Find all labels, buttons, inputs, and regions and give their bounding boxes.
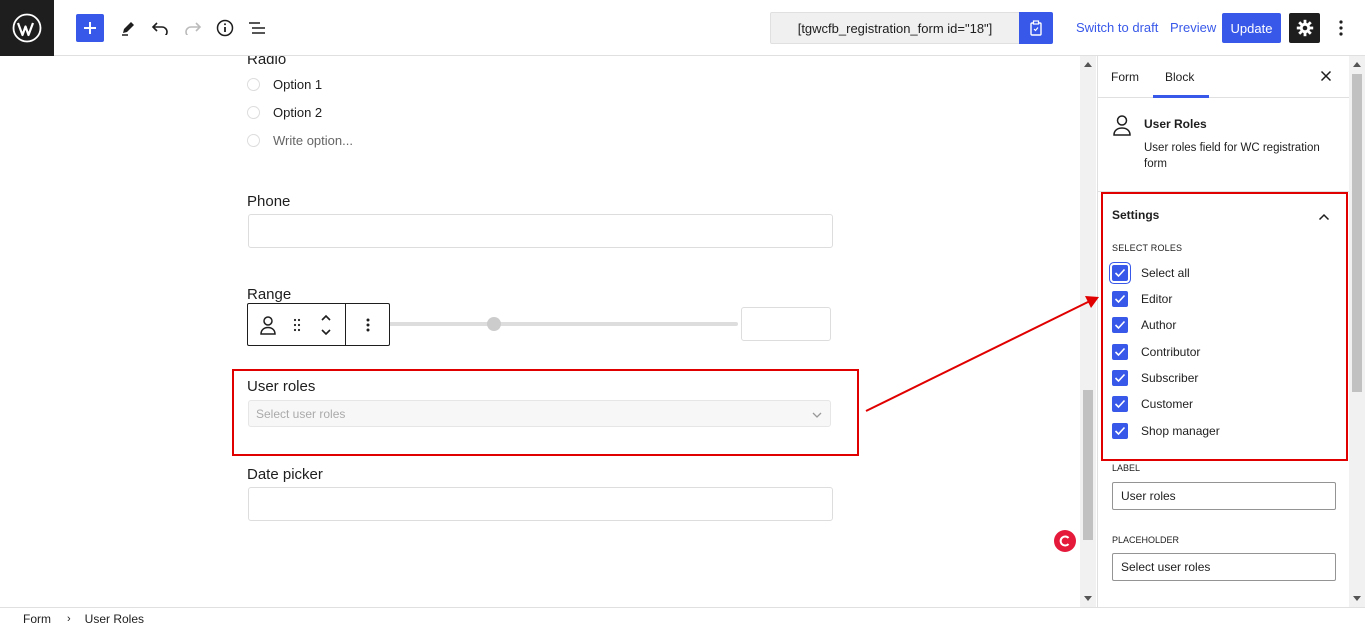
phone-input[interactable] [248, 214, 833, 248]
tab-form[interactable]: Form [1111, 70, 1139, 84]
radio-circle-icon [247, 134, 260, 147]
tab-block[interactable]: Block [1165, 70, 1194, 84]
wordpress-logo-icon[interactable] [0, 0, 54, 56]
add-block-button[interactable] [76, 14, 104, 42]
sidebar-scrollbar[interactable] [1349, 56, 1365, 607]
range-slider-thumb[interactable] [487, 317, 501, 331]
scrollbar-thumb[interactable] [1083, 390, 1093, 540]
redo-icon[interactable] [179, 14, 207, 42]
move-up-down-icon[interactable] [306, 304, 346, 345]
placeholder-field-label: PLACEHOLDER [1112, 535, 1180, 545]
scroll-down-arrow-icon[interactable] [1353, 596, 1361, 601]
notification-badge-icon[interactable] [1054, 530, 1076, 552]
radio-option-new[interactable]: Write option... [247, 133, 353, 148]
radio-option-placeholder: Write option... [273, 133, 353, 148]
sidebar-tabs: Form Block [1098, 56, 1349, 98]
date-picker-field-label[interactable]: Date picker [247, 466, 323, 483]
canvas-scrollbar[interactable] [1080, 56, 1096, 607]
breadcrumb: Form › User Roles [0, 607, 1365, 629]
active-tab-indicator [1153, 95, 1209, 98]
radio-option-label: Option 2 [273, 105, 323, 120]
top-toolbar: [tgwcfb_registration_form id="18"] Switc… [0, 0, 1365, 56]
scroll-down-arrow-icon[interactable] [1084, 596, 1092, 601]
settings-gear-icon[interactable] [1289, 13, 1320, 43]
block-card-title: User Roles [1144, 117, 1207, 131]
chevron-right-icon: › [67, 612, 71, 625]
drag-handle-icon[interactable] [288, 304, 306, 345]
range-number-input[interactable] [741, 307, 831, 341]
list-view-icon[interactable] [243, 14, 271, 42]
date-picker-input[interactable] [248, 487, 833, 521]
block-type-person-icon[interactable] [248, 304, 288, 345]
switch-to-draft-link[interactable]: Switch to draft [1076, 20, 1158, 35]
radio-option[interactable]: Option 1 [247, 77, 322, 92]
more-options-icon[interactable] [1330, 14, 1352, 42]
shortcode-display[interactable]: [tgwcfb_registration_form id="18"] [770, 12, 1020, 44]
scroll-up-arrow-icon[interactable] [1084, 62, 1092, 67]
breadcrumb-item-user-roles[interactable]: User Roles [85, 612, 144, 626]
preview-link[interactable]: Preview [1170, 20, 1216, 35]
range-slider-track[interactable] [388, 322, 738, 326]
copy-shortcode-button[interactable] [1019, 12, 1053, 44]
range-field-label[interactable]: Range [247, 286, 291, 303]
radio-option-label: Option 1 [273, 77, 323, 92]
edit-pencil-icon[interactable] [114, 14, 142, 42]
radio-circle-icon [247, 106, 260, 119]
undo-icon[interactable] [146, 14, 174, 42]
scrollbar-thumb[interactable] [1352, 74, 1362, 392]
breadcrumb-item-form[interactable]: Form [23, 612, 51, 626]
radio-field-label[interactable]: Radio [247, 56, 286, 68]
radio-circle-icon [247, 78, 260, 91]
editor-app: [tgwcfb_registration_form id="18"] Switc… [0, 0, 1365, 629]
phone-field-label[interactable]: Phone [247, 193, 290, 210]
block-toolbar [247, 303, 390, 346]
update-button[interactable]: Update [1222, 13, 1281, 43]
block-options-icon[interactable] [346, 304, 389, 345]
editor-canvas: Radio Option 1 Option 2 Write option... … [0, 56, 1080, 607]
block-card-description: User roles field for WC registration for… [1144, 142, 1320, 170]
label-field-label: LABEL [1112, 463, 1141, 473]
scroll-up-arrow-icon[interactable] [1353, 62, 1361, 67]
radio-option[interactable]: Option 2 [247, 105, 322, 120]
annotation-highlight-box [1101, 192, 1348, 461]
annotation-highlight-box [232, 369, 859, 456]
placeholder-input[interactable]: Select user roles [1112, 553, 1336, 581]
user-person-icon [1112, 114, 1132, 141]
info-icon[interactable] [211, 14, 239, 42]
close-icon[interactable] [1318, 68, 1334, 84]
label-input[interactable]: User roles [1112, 482, 1336, 510]
